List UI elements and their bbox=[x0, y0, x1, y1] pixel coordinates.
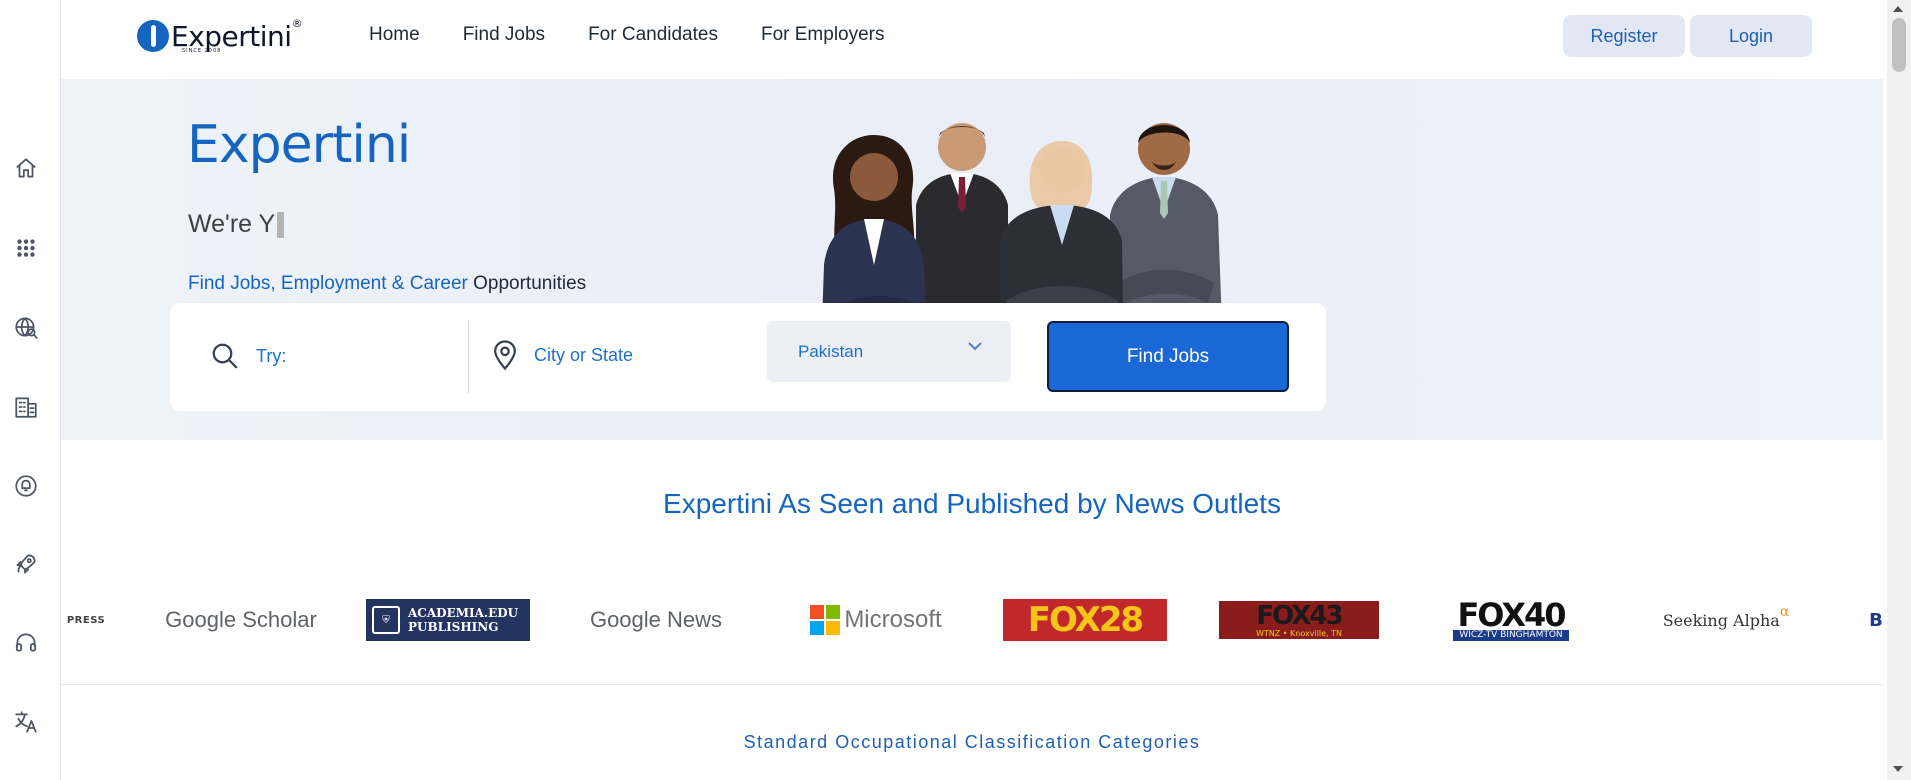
news-outlets-heading: Expertini As Seen and Published by News … bbox=[663, 488, 1281, 519]
globe-search-icon[interactable] bbox=[10, 311, 42, 343]
outlet-fox28[interactable]: FOX28 bbox=[1003, 585, 1167, 655]
top-navigation: Expertini ® SINCE 2008 Home Find Jobs Fo… bbox=[61, 0, 1887, 79]
typing-cursor bbox=[277, 212, 285, 239]
hero-tagline: Find Jobs, Employment & Career Opportuni… bbox=[188, 273, 586, 295]
nav-home[interactable]: Home bbox=[369, 24, 420, 46]
outlet-fox40[interactable]: FOX40 WICZ-TV BINGHAMTON bbox=[1429, 585, 1593, 655]
microsoft-logo-icon bbox=[810, 605, 841, 635]
outlet-microsoft[interactable]: Microsoft bbox=[796, 585, 956, 655]
section-divider bbox=[61, 684, 1883, 685]
tagline-dark: Opportunities bbox=[473, 273, 587, 294]
page-scrollbar[interactable] bbox=[1887, 0, 1911, 780]
nav-for-candidates[interactable]: For Candidates bbox=[588, 24, 718, 46]
outlet-seeking-alpha[interactable]: Seeking Alpha α bbox=[1641, 585, 1811, 655]
registered-mark: ® bbox=[291, 16, 303, 30]
country-select[interactable]: Pakistan bbox=[767, 321, 1011, 382]
logo-since: SINCE 2008 bbox=[182, 48, 222, 54]
home-icon[interactable] bbox=[10, 152, 42, 184]
nav-find-jobs[interactable]: Find Jobs bbox=[463, 24, 545, 46]
soc-categories-heading: Standard Occupational Classification Cat… bbox=[743, 732, 1201, 752]
nav-for-employers[interactable]: For Employers bbox=[761, 24, 885, 46]
outlet-press[interactable]: PRESS bbox=[61, 585, 111, 655]
outlet-google-news[interactable]: Google News bbox=[581, 585, 731, 655]
hero-typing-text: We're Y bbox=[188, 210, 285, 239]
location-pin-icon bbox=[494, 340, 516, 371]
rocket-icon[interactable] bbox=[10, 548, 42, 580]
outlet-academia[interactable]: ⛨ ACADEMIA.EDU PUBLISHING bbox=[366, 585, 530, 655]
headset-icon[interactable] bbox=[10, 627, 42, 659]
find-jobs-button[interactable]: Find Jobs bbox=[1047, 321, 1289, 392]
logo-icon bbox=[137, 20, 169, 52]
nav-links: Home Find Jobs For Candidates For Employ… bbox=[369, 24, 928, 46]
outlet-google-scholar[interactable]: Google Scholar bbox=[161, 585, 321, 655]
where-field bbox=[490, 339, 716, 371]
hero-section: Expertini We're Y Find Jobs, Employment … bbox=[61, 79, 1883, 440]
tagline-blue: Find Jobs, Employment & Career bbox=[188, 273, 468, 294]
keyword-input[interactable] bbox=[254, 344, 438, 368]
scroll-down-arrow[interactable] bbox=[1893, 766, 1903, 772]
location-input[interactable] bbox=[532, 343, 716, 367]
scroll-thumb[interactable] bbox=[1892, 18, 1906, 72]
country-selected: Pakistan bbox=[798, 341, 864, 361]
search-divider bbox=[468, 321, 469, 393]
login-button[interactable]: Login bbox=[1690, 15, 1812, 57]
what-field bbox=[210, 341, 438, 371]
google-scholar-text: Google Scholar bbox=[165, 607, 317, 632]
alarm-icon[interactable] bbox=[10, 470, 42, 502]
expertini-logo[interactable]: Expertini ® SINCE 2008 bbox=[137, 16, 303, 56]
typing-text: We're Y bbox=[188, 210, 276, 238]
outlet-fox43[interactable]: FOX43 WTNZ • Knoxville, TN bbox=[1219, 585, 1379, 655]
scroll-up-arrow[interactable] bbox=[1893, 6, 1903, 12]
translate-icon[interactable] bbox=[10, 706, 42, 738]
news-outlets-logo-strip: PRESS Google Scholar ⛨ ACADEMIA.EDU PUBL… bbox=[61, 585, 1883, 655]
apps-grid-icon[interactable] bbox=[10, 231, 42, 263]
left-sidebar bbox=[0, 0, 61, 780]
hero-title: Expertini bbox=[187, 115, 411, 175]
search-icon bbox=[212, 343, 238, 369]
outlet-b[interactable]: B bbox=[1861, 585, 1883, 655]
register-button[interactable]: Register bbox=[1563, 15, 1685, 57]
job-search-bar: Pakistan Find Jobs bbox=[170, 303, 1326, 411]
chevron-down-icon bbox=[968, 342, 982, 351]
building-icon[interactable] bbox=[10, 391, 42, 423]
